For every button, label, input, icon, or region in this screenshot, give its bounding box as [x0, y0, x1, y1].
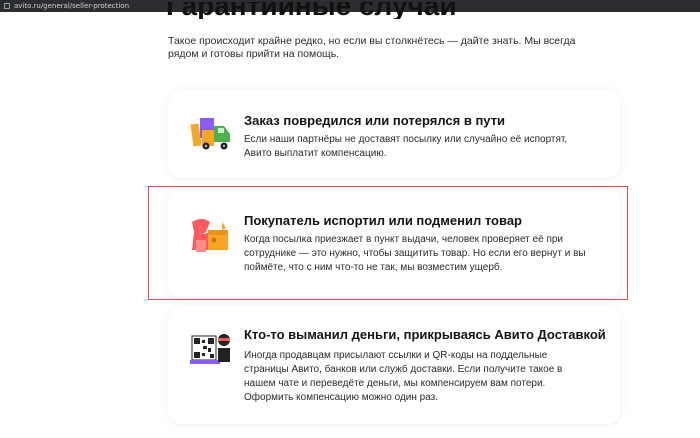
qr-fraud-icon	[190, 334, 230, 364]
case-title: Заказ повредился или потерялся в пути	[244, 113, 506, 128]
damaged-parcel-icon	[192, 219, 228, 252]
case-description: Если наши партнёры не доставят посылку и…	[244, 134, 568, 159]
case-card-fraud: Кто-то выманил деньги, прикрываясь Авито…	[168, 306, 621, 424]
page-title: Гарантийные случаи	[166, 2, 457, 19]
delivery-truck-icon	[190, 118, 230, 150]
case-card-buyer-damage: Покупатель испортил или подменил товар К…	[168, 188, 621, 298]
case-description: Иногда продавцам присылают ссылки и QR-к…	[244, 350, 563, 403]
case-description: Когда посылка приезжает в пункт выдачи, …	[244, 234, 586, 273]
intro-text: Такое происходит крайне редко, но если в…	[168, 35, 576, 60]
case-card-delivery: Заказ повредился или потерялся в пути Ес…	[168, 90, 621, 178]
address-url[interactable]: avito.ru/general/seller-protection	[14, 2, 129, 10]
lock-icon	[4, 3, 10, 9]
case-title: Кто-то выманил деньги, прикрываясь Авито…	[244, 327, 606, 342]
case-title: Покупатель испортил или подменил товар	[244, 213, 522, 228]
